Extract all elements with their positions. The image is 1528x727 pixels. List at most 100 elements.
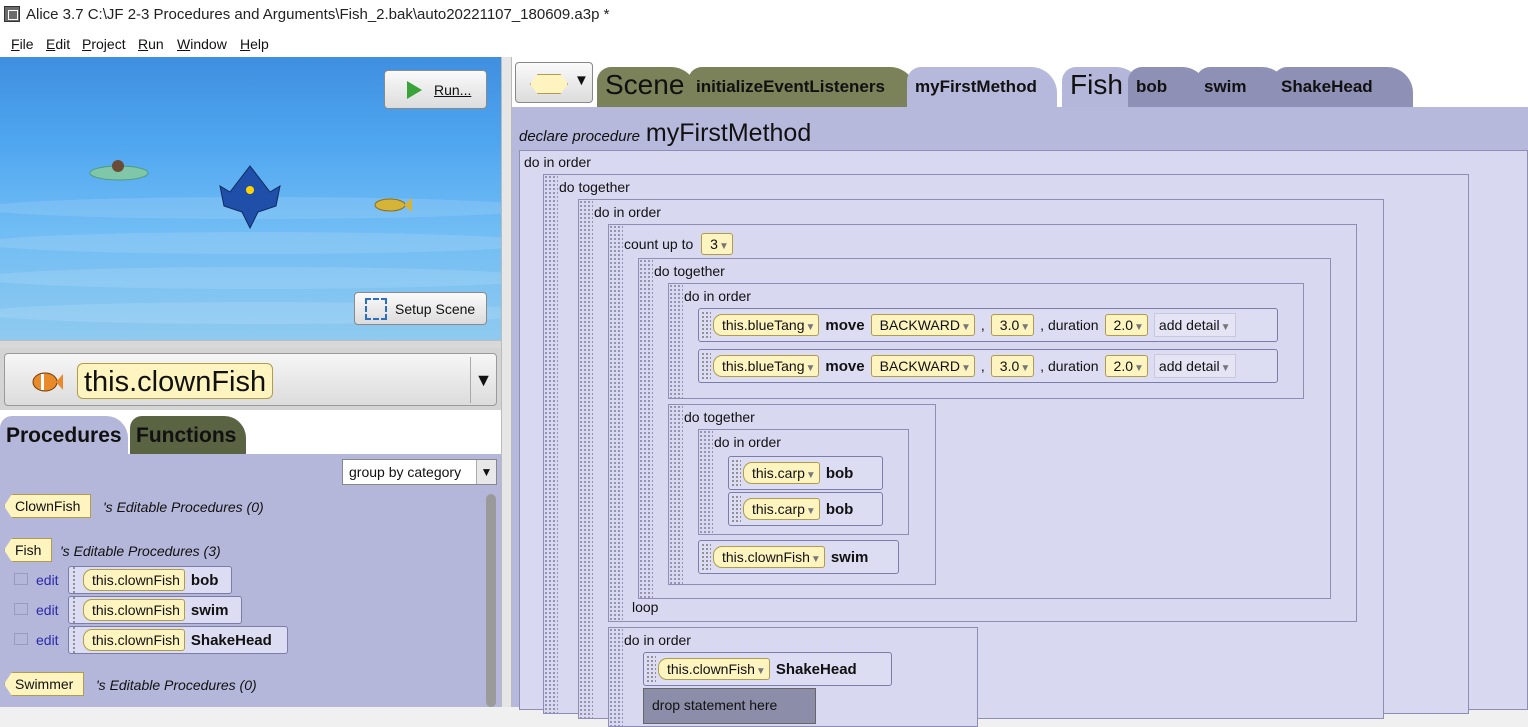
count-up-to-label: count up to 3▼ — [624, 233, 733, 255]
method-title: myFirstMethod — [645, 119, 812, 147]
window-title: Alice 3.7 C:\JF 2-3 Procedures and Argum… — [26, 6, 610, 23]
editor-tab-bar: ▼ Scene initializeEventListeners myFirst… — [512, 57, 1528, 107]
menu-project[interactable]: Project — [82, 36, 126, 52]
object-chip: this.clownFish — [83, 569, 185, 591]
direction-chip[interactable]: BACKWARD▼ — [870, 314, 975, 336]
class-tag-clownfish[interactable]: ClownFish — [4, 494, 92, 518]
do-in-order-block[interactable]: do in order do together do in order coun… — [519, 150, 1528, 727]
count-loop-block[interactable]: count up to 3▼ loop do together do in or… — [608, 224, 1357, 622]
main-splitter[interactable] — [501, 57, 512, 707]
object-chip[interactable]: this.carp▼ — [743, 498, 820, 520]
object-chip[interactable]: this.blueTang▼ — [713, 355, 820, 377]
object-chip[interactable]: this.blueTang▼ — [713, 314, 820, 336]
do-together-label: do together — [654, 263, 725, 279]
comma: , — [980, 358, 985, 374]
object-chip: this.clownFish — [83, 599, 185, 621]
menu-window[interactable]: Window — [177, 36, 227, 52]
add-detail-button[interactable]: add detail▼ — [1153, 354, 1236, 378]
procedure-name: bob — [825, 464, 854, 482]
drop-statement-target[interactable]: drop statement here — [643, 688, 816, 724]
tab-shakehead[interactable]: ShakeHead — [1273, 67, 1413, 107]
comma: , — [980, 317, 985, 333]
tab-initialize-event-listeners[interactable]: initializeEventListeners — [688, 67, 916, 107]
left-splitter[interactable] — [0, 340, 501, 348]
do-together-block[interactable]: do together do in order count up to 3▼ l… — [543, 174, 1469, 727]
code-editor[interactable]: declare procedure myFirstMethod do in ord… — [512, 107, 1528, 727]
duration-chip[interactable]: 2.0▼ — [1104, 355, 1148, 377]
do-in-order-label: do in order — [624, 632, 691, 648]
menu-file[interactable]: File — [11, 36, 34, 52]
member-tabs: Procedures Functions — [0, 410, 501, 454]
run-button[interactable]: Run... — [384, 70, 487, 109]
procedures-scrollbar[interactable] — [486, 494, 496, 707]
procedure-name: ShakeHead — [775, 660, 857, 678]
add-detail-button[interactable]: add detail▼ — [1153, 313, 1236, 337]
chevron-down-icon[interactable]: ▼ — [470, 357, 496, 403]
do-in-order-block[interactable]: do in order this.clownFish▼ ShakeHead dr… — [608, 627, 978, 727]
group-by-select[interactable]: group by category ▼ — [342, 459, 497, 485]
do-together-block[interactable]: do together do in order this.blueTang▼ m… — [638, 258, 1331, 599]
class-tag-fish[interactable]: Fish — [4, 538, 53, 562]
do-in-order-label: do in order — [524, 154, 591, 170]
do-together-label: do together — [559, 179, 630, 195]
move-statement[interactable]: this.blueTang▼ move BACKWARD▼ , 3.0▼ , d… — [698, 349, 1278, 383]
tab-scene[interactable]: Scene — [597, 67, 697, 107]
object-chip[interactable]: this.carp▼ — [743, 462, 820, 484]
chevron-down-icon: ▼ — [476, 460, 496, 484]
menu-run[interactable]: Run — [138, 36, 164, 52]
do-in-order-block[interactable]: do in order this.blueTang▼ move BACKWARD… — [668, 283, 1304, 399]
scene-view[interactable]: Run... Setup Scene — [0, 57, 501, 340]
declare-keyword: declare procedure — [519, 128, 640, 145]
duration-label: , duration — [1040, 317, 1099, 333]
do-in-order-block[interactable]: do in order count up to 3▼ loop do toget… — [578, 199, 1384, 727]
bob-statement[interactable]: this.carp▼ bob — [728, 456, 883, 490]
procedure-tile-bob[interactable]: this.clownFish bob — [68, 566, 232, 594]
blue-tang-fish-icon — [219, 165, 281, 230]
instance-name: this.clownFish — [77, 363, 274, 399]
object-chip: this.clownFish — [83, 629, 185, 651]
clownfish-icon — [32, 372, 63, 392]
swim-statement[interactable]: this.clownFish▼ swim — [698, 540, 899, 574]
menu-help[interactable]: Help — [240, 36, 269, 52]
instance-selector[interactable]: this.clownFish ▼ — [4, 353, 497, 406]
move-statement[interactable]: this.blueTang▼ move BACKWARD▼ , 3.0▼ , d… — [698, 308, 1278, 342]
duration-label: , duration — [1040, 358, 1099, 374]
tab-my-first-method[interactable]: myFirstMethod — [907, 67, 1057, 107]
do-together-block[interactable]: do together do in order this.carp▼ bob t… — [668, 404, 936, 585]
procedure-name: swim — [190, 601, 229, 619]
setup-scene-button[interactable]: Setup Scene — [354, 292, 487, 325]
amount-chip[interactable]: 3.0▼ — [990, 355, 1035, 377]
do-in-order-label: do in order — [684, 288, 751, 304]
edit-link[interactable]: edit — [36, 602, 59, 618]
tab-procedures[interactable]: Procedures — [0, 416, 128, 454]
do-in-order-block[interactable]: do in order this.carp▼ bob this.carp▼ bo… — [698, 429, 909, 535]
move-verb: move — [825, 316, 865, 334]
procedure-name: ShakeHead — [190, 631, 272, 649]
edit-link[interactable]: edit — [36, 572, 59, 588]
procedure-name: bob — [825, 500, 854, 518]
menu-edit[interactable]: Edit — [46, 36, 70, 52]
object-chip[interactable]: this.clownFish▼ — [713, 546, 825, 568]
row-checkbox[interactable] — [14, 633, 28, 645]
duration-chip[interactable]: 2.0▼ — [1104, 314, 1148, 336]
object-chip[interactable]: this.clownFish▼ — [658, 658, 770, 680]
amount-chip[interactable]: 3.0▼ — [990, 314, 1035, 336]
edit-link[interactable]: edit — [36, 632, 59, 648]
row-checkbox[interactable] — [14, 573, 28, 585]
type-hexagon-icon — [530, 74, 568, 94]
class-tag-swimmer[interactable]: Swimmer — [4, 672, 85, 696]
type-selector[interactable]: ▼ — [515, 62, 593, 103]
instance-selector-panel: this.clownFish ▼ — [0, 348, 501, 410]
procedure-tile-swim[interactable]: this.clownFish swim — [68, 596, 242, 624]
floating-pad-icon — [89, 160, 149, 181]
row-checkbox[interactable] — [14, 603, 28, 615]
direction-chip[interactable]: BACKWARD▼ — [870, 355, 975, 377]
group-label: 's Editable Procedures (3) — [60, 543, 221, 559]
bob-statement[interactable]: this.carp▼ bob — [728, 492, 883, 526]
shakehead-statement[interactable]: this.clownFish▼ ShakeHead — [643, 652, 892, 686]
tab-functions[interactable]: Functions — [130, 416, 246, 454]
procedure-tile-shakehead[interactable]: this.clownFish ShakeHead — [68, 626, 288, 654]
procedure-name: bob — [190, 571, 219, 589]
do-in-order-label: do in order — [714, 434, 781, 450]
count-value-chip[interactable]: 3▼ — [701, 233, 733, 255]
